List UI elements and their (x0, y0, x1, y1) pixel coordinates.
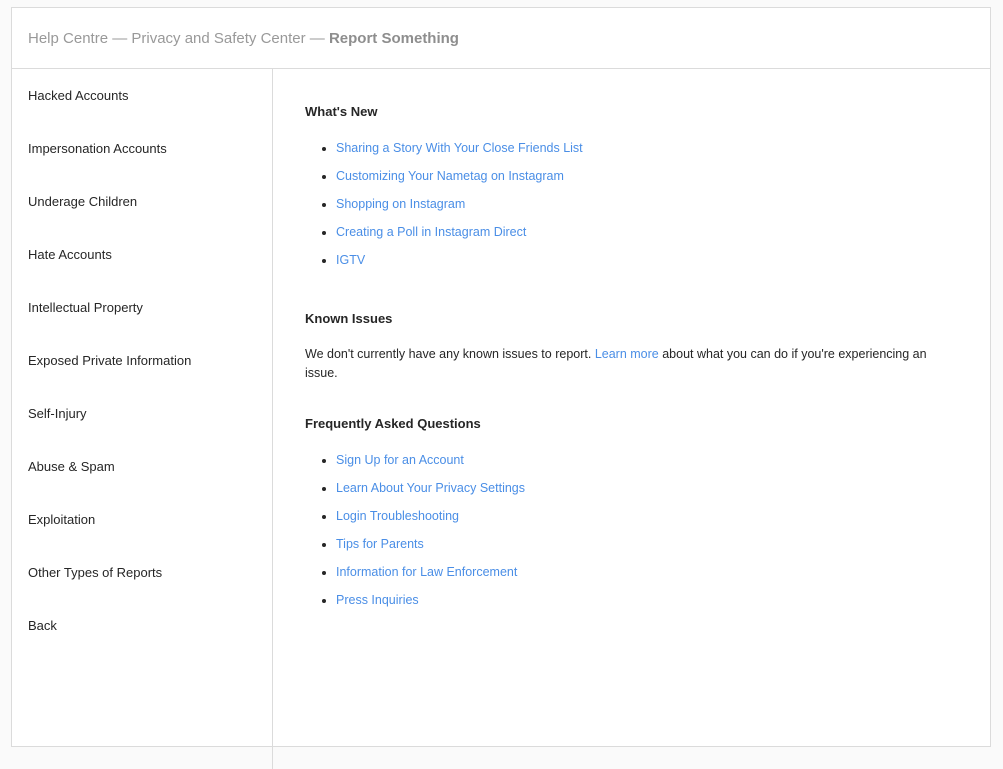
list-item: Tips for Parents (336, 537, 950, 565)
whats-new-link[interactable]: Shopping on Instagram (336, 197, 465, 211)
faq-link[interactable]: Login Troubleshooting (336, 509, 459, 523)
sidebar-item-self-injury[interactable]: Self-Injury (12, 407, 272, 460)
list-item: Information for Law Enforcement (336, 565, 950, 593)
list-item: Sharing a Story With Your Close Friends … (336, 141, 950, 169)
whats-new-section: What's New Sharing a Story With Your Clo… (305, 104, 950, 281)
list-item: Customizing Your Nametag on Instagram (336, 169, 950, 197)
list-item: IGTV (336, 253, 950, 281)
list-item: Press Inquiries (336, 593, 950, 621)
whats-new-heading: What's New (305, 104, 378, 119)
breadcrumb: Help Centre — Privacy and Safety Center … (12, 8, 990, 69)
known-issues-text-before: We don't currently have any known issues… (305, 347, 595, 361)
help-center-card: Help Centre — Privacy and Safety Center … (11, 7, 991, 769)
whats-new-link[interactable]: Creating a Poll in Instagram Direct (336, 225, 526, 239)
faq-section: Frequently Asked Questions Sign Up for a… (305, 416, 950, 621)
list-item: Shopping on Instagram (336, 197, 950, 225)
sidebar-item-underage-children[interactable]: Underage Children (12, 195, 272, 248)
learn-more-link[interactable]: Learn more (595, 347, 659, 361)
sidebar-item-back[interactable]: Back (12, 619, 272, 672)
sidebar-item-hate-accounts[interactable]: Hate Accounts (12, 248, 272, 301)
faq-link[interactable]: Learn About Your Privacy Settings (336, 481, 525, 495)
sidebar-item-other-types-of-reports[interactable]: Other Types of Reports (12, 566, 272, 619)
sidebar-item-exploitation[interactable]: Exploitation (12, 513, 272, 566)
list-item: Learn About Your Privacy Settings (336, 481, 950, 509)
faq-link[interactable]: Tips for Parents (336, 537, 424, 551)
breadcrumb-current: Report Something (328, 30, 459, 47)
sidebar: Hacked Accounts Impersonation Accounts U… (12, 69, 273, 769)
faq-link[interactable]: Press Inquiries (336, 593, 419, 607)
known-issues-text: We don't currently have any known issues… (305, 345, 955, 383)
known-issues-section: Known Issues We don't currently have any… (305, 311, 950, 383)
faq-link[interactable]: Sign Up for an Account (336, 453, 464, 467)
list-item: Sign Up for an Account (336, 453, 950, 481)
whats-new-link[interactable]: Customizing Your Nametag on Instagram (336, 169, 564, 183)
faq-link[interactable]: Information for Law Enforcement (336, 565, 517, 579)
breadcrumb-path: Help Centre — Privacy and Safety Center … (28, 30, 329, 47)
known-issues-heading: Known Issues (305, 311, 393, 326)
faq-list: Sign Up for an Account Learn About Your … (305, 453, 950, 621)
list-item: Creating a Poll in Instagram Direct (336, 225, 950, 253)
faq-heading: Frequently Asked Questions (305, 416, 481, 431)
whats-new-link[interactable]: IGTV (336, 253, 365, 267)
main-content: What's New Sharing a Story With Your Clo… (305, 69, 950, 621)
sidebar-item-abuse-spam[interactable]: Abuse & Spam (12, 460, 272, 513)
whats-new-list: Sharing a Story With Your Close Friends … (305, 141, 950, 281)
sidebar-item-exposed-private-information[interactable]: Exposed Private Information (12, 354, 272, 407)
sidebar-item-hacked-accounts[interactable]: Hacked Accounts (12, 89, 272, 142)
whats-new-link[interactable]: Sharing a Story With Your Close Friends … (336, 141, 583, 155)
sidebar-item-impersonation-accounts[interactable]: Impersonation Accounts (12, 142, 272, 195)
list-item: Login Troubleshooting (336, 509, 950, 537)
sidebar-item-intellectual-property[interactable]: Intellectual Property (12, 301, 272, 354)
